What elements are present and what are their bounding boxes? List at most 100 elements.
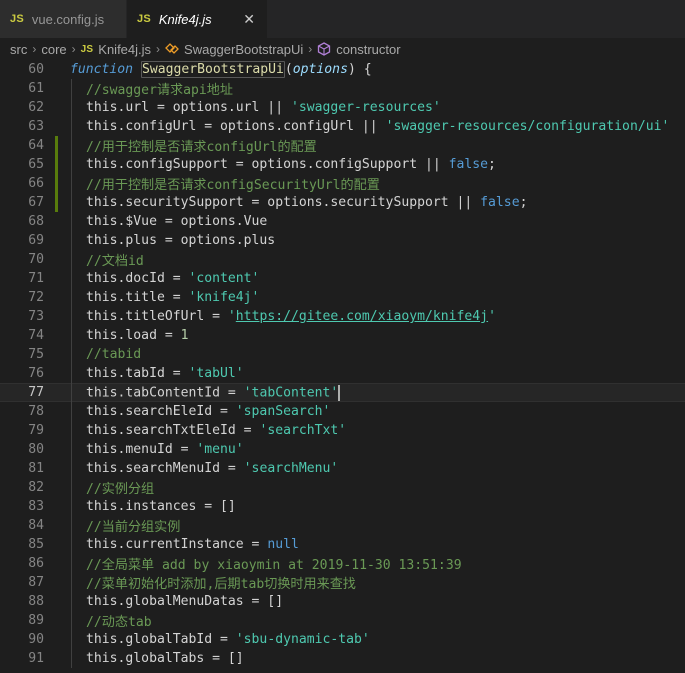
token-statement: this.title = bbox=[86, 290, 189, 305]
token-statement: this.load = bbox=[86, 328, 181, 343]
code-text: this.menuId = 'menu' bbox=[86, 442, 244, 457]
line-number: 83 bbox=[28, 499, 44, 514]
line-number: 84 bbox=[28, 518, 44, 533]
token-punct: ( bbox=[284, 62, 293, 77]
indent-guide bbox=[71, 288, 72, 307]
token-statement: this.searchTxtEleId = bbox=[86, 423, 260, 438]
breadcrumb-item-constructor[interactable]: constructor bbox=[336, 42, 400, 57]
token-punct: ) { bbox=[347, 62, 372, 77]
code-text: //当前分组实例 bbox=[86, 516, 180, 535]
code-text: function SwaggerBootstrapUi(options) { bbox=[70, 61, 372, 78]
breadcrumb: src › core › JS Knife4j.js › SwaggerBoot… bbox=[0, 38, 685, 60]
git-added-indicator[interactable] bbox=[55, 155, 58, 174]
code-line: 65 this.configSupport = options.configSu… bbox=[0, 155, 685, 174]
token-url-link[interactable]: https://gitee.com/xiaoym/knife4j bbox=[236, 309, 488, 324]
code-line: 80 this.menuId = 'menu' bbox=[0, 440, 685, 459]
code-text: this.instances = [] bbox=[86, 499, 236, 514]
token-keyword: null bbox=[267, 537, 299, 552]
code-line: 69 this.plus = options.plus bbox=[0, 231, 685, 250]
code-line: 84 //当前分组实例 bbox=[0, 516, 685, 535]
line-number: 70 bbox=[28, 252, 44, 267]
token-comment: //动态tab bbox=[86, 615, 152, 630]
code-text: this.titleOfUrl = 'https://gitee.com/xia… bbox=[86, 309, 496, 324]
code-text: this.securitySupport = options.securityS… bbox=[86, 195, 527, 210]
breadcrumb-item-core[interactable]: core bbox=[41, 42, 66, 57]
indent-guide bbox=[71, 402, 72, 421]
code-line: 73 this.titleOfUrl = 'https://gitee.com/… bbox=[0, 307, 685, 326]
token-statement: this.titleOfUrl = bbox=[86, 309, 228, 324]
code-text: this.plus = options.plus bbox=[86, 233, 275, 248]
close-icon[interactable]: ✕ bbox=[243, 12, 255, 26]
token-number: 1 bbox=[180, 328, 189, 343]
code-line: 64 //用于控制是否请求configUrl的配置 bbox=[0, 136, 685, 155]
indent-guide bbox=[71, 231, 72, 250]
token-string: ' bbox=[227, 309, 236, 324]
code-text: //菜单初始化时添加,后期tab切换时用来查找 bbox=[86, 573, 356, 592]
indent-guide bbox=[71, 269, 72, 288]
current-code-line: 77 this.tabContentId = 'tabContent' bbox=[0, 383, 685, 402]
indent-guide bbox=[71, 421, 72, 440]
indent-guide bbox=[71, 611, 72, 630]
code-editor[interactable]: 60 function SwaggerBootstrapUi(options) … bbox=[0, 60, 685, 668]
tab-knife4j[interactable]: JS Knife4j.js ✕ bbox=[127, 0, 268, 38]
code-line: 89 //动态tab bbox=[0, 611, 685, 630]
token-statement: this.configSupport = options.configSuppo… bbox=[86, 157, 449, 172]
line-number: 62 bbox=[28, 100, 44, 115]
token-string: 'searchMenu' bbox=[243, 461, 339, 476]
indent-guide bbox=[71, 136, 72, 155]
indent-guide bbox=[71, 554, 72, 573]
indent-guide bbox=[71, 326, 72, 345]
breadcrumb-item-src[interactable]: src bbox=[10, 42, 27, 57]
indent-guide bbox=[71, 383, 72, 402]
code-line: 75 //tabid bbox=[0, 345, 685, 364]
code-line: 90 this.globalTabId = 'sbu-dynamic-tab' bbox=[0, 630, 685, 649]
code-text: this.configUrl = options.configUrl || 's… bbox=[86, 119, 669, 134]
token-string: 'tabUl' bbox=[188, 366, 244, 381]
code-line: 72 this.title = 'knife4j' bbox=[0, 288, 685, 307]
line-number: 68 bbox=[28, 214, 44, 229]
code-line: 87 //菜单初始化时添加,后期tab切换时用来查找 bbox=[0, 573, 685, 592]
token-comment: //全局菜单 add by xiaoymin at 2019-11-30 13:… bbox=[86, 558, 462, 573]
token-statement: this.$Vue = options.Vue bbox=[86, 214, 268, 229]
indent-guide bbox=[71, 573, 72, 592]
code-text: this.searchEleId = 'spanSearch' bbox=[86, 404, 330, 419]
chevron-right-icon: › bbox=[308, 42, 313, 56]
indent-guide bbox=[71, 193, 72, 212]
line-number: 74 bbox=[28, 328, 44, 343]
line-number: 87 bbox=[28, 575, 44, 590]
tab-label: Knife4j.js bbox=[158, 11, 212, 27]
line-number: 66 bbox=[28, 176, 44, 191]
token-statement: this.url = options.url || bbox=[86, 100, 291, 115]
indent-guide bbox=[71, 98, 72, 117]
code-line: 68 this.$Vue = options.Vue bbox=[0, 212, 685, 231]
token-string: 'knife4j' bbox=[188, 290, 260, 305]
code-line: 82 //实例分组 bbox=[0, 478, 685, 497]
breadcrumb-item-file[interactable]: Knife4j.js bbox=[98, 42, 151, 57]
editor-tab-bar: JS vue.config.js JS Knife4j.js ✕ bbox=[0, 0, 685, 38]
token-statement: this.tabContentId = bbox=[86, 385, 244, 400]
line-number: 90 bbox=[28, 632, 44, 647]
git-added-indicator[interactable] bbox=[55, 174, 58, 193]
indent-guide bbox=[71, 174, 72, 193]
line-number: 60 bbox=[28, 62, 44, 77]
code-text: this.url = options.url || 'swagger-resou… bbox=[86, 100, 441, 115]
token-statement: this.searchMenuId = bbox=[86, 461, 244, 476]
code-text: //tabid bbox=[86, 347, 141, 362]
token-string: 'searchTxt' bbox=[259, 423, 347, 438]
tab-vue-config[interactable]: JS vue.config.js bbox=[0, 0, 127, 38]
token-string: ' bbox=[488, 309, 496, 324]
line-number: 64 bbox=[28, 138, 44, 153]
indent-guide bbox=[71, 345, 72, 364]
line-number: 86 bbox=[28, 556, 44, 571]
indent-guide bbox=[71, 497, 72, 516]
code-text: //动态tab bbox=[86, 611, 152, 630]
code-line: 79 this.searchTxtEleId = 'searchTxt' bbox=[0, 421, 685, 440]
token-comment: //实例分组 bbox=[86, 482, 155, 497]
token-string: 'sbu-dynamic-tab' bbox=[235, 632, 370, 647]
indent-guide bbox=[71, 459, 72, 478]
chevron-right-icon: › bbox=[71, 42, 76, 56]
code-line: 91 this.globalTabs = [] bbox=[0, 649, 685, 668]
git-added-indicator[interactable] bbox=[55, 136, 58, 155]
breadcrumb-item-class[interactable]: SwaggerBootstrapUi bbox=[184, 42, 303, 57]
git-added-indicator[interactable] bbox=[55, 193, 58, 212]
